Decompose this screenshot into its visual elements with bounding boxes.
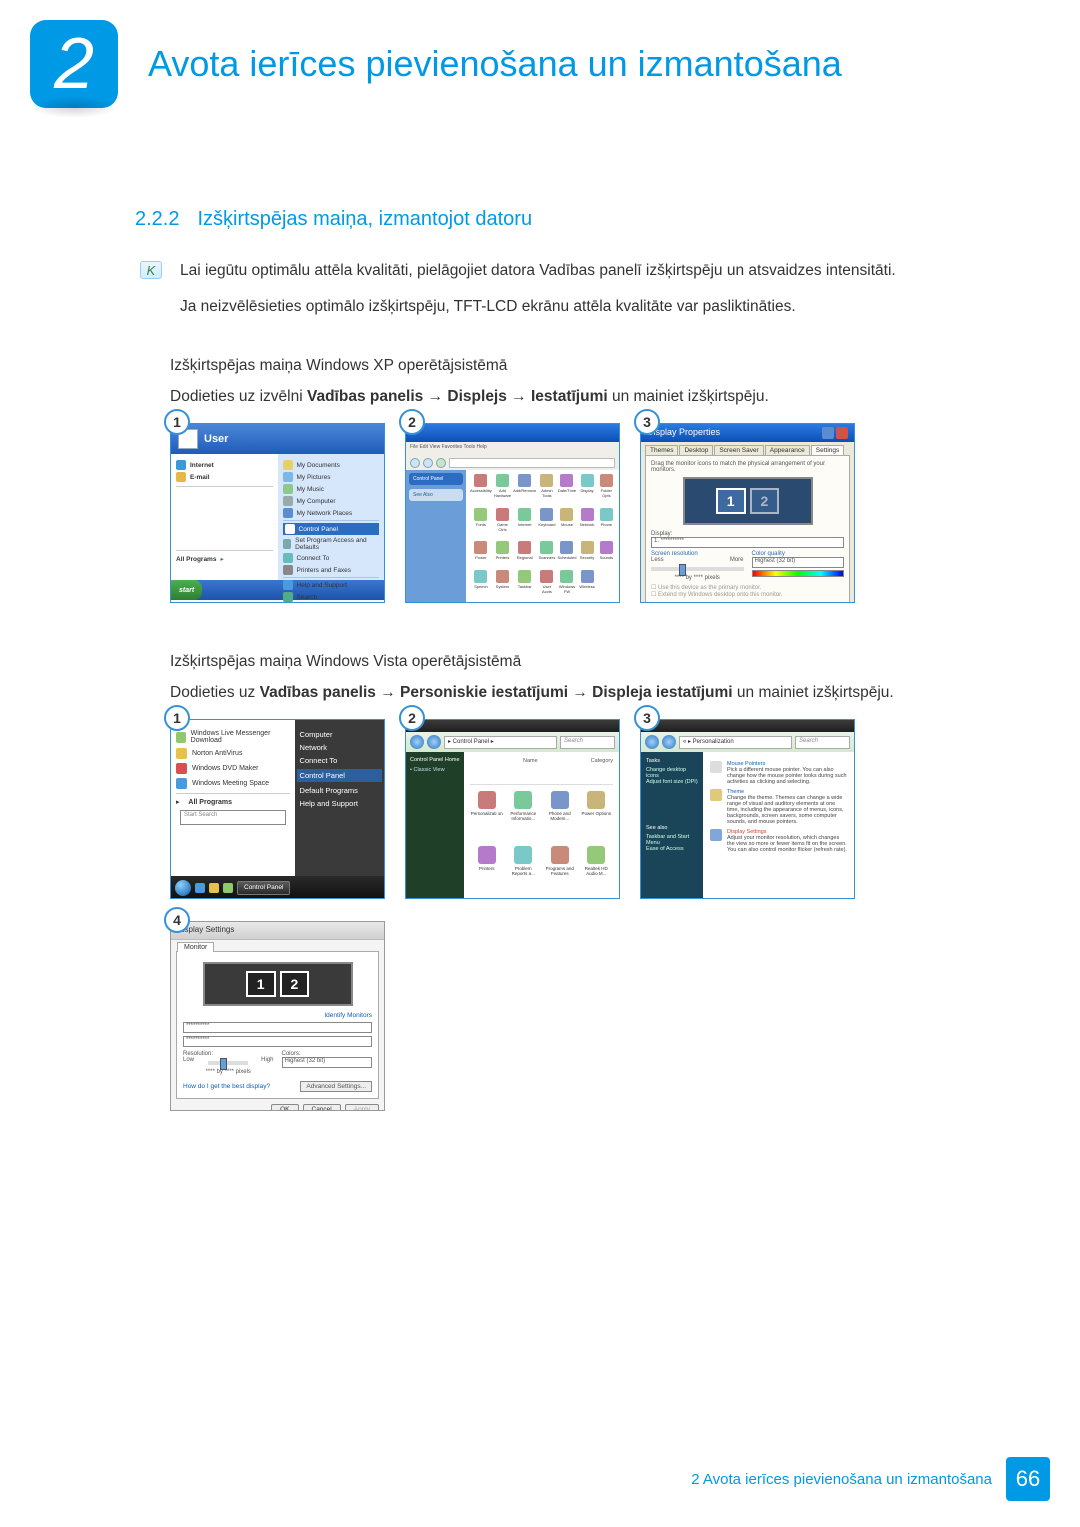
cp-icon: Windows FW xyxy=(558,570,577,601)
vcp-icon: Printers xyxy=(470,846,504,894)
vcp-icon: Power Options xyxy=(580,791,614,839)
page-footer: 2 Avota ierīces pievienošana un izmantoš… xyxy=(691,1457,1050,1501)
cp-icon: User Accts xyxy=(538,570,555,601)
chapter-title: Avota ierīces pievienošana un izmantošan… xyxy=(148,43,842,85)
footer-text: 2 Avota ierīces pievienošana un izmantoš… xyxy=(691,1471,992,1488)
cp-icon: Taskbar xyxy=(513,570,536,601)
vcp-icon: Programs and Features xyxy=(543,846,577,894)
chapter-header: 2 Avota ierīces pievienošana un izmantoš… xyxy=(30,20,1050,108)
cp-icon: Scanners xyxy=(538,541,555,567)
cp-icon: Display xyxy=(578,474,595,505)
cp-icon: Power xyxy=(470,541,492,567)
vista-display-settings-screenshot: Display Settings Monitor 12 Identify Mon… xyxy=(170,921,385,1111)
vcp-icon: Phone and Modem... xyxy=(543,791,577,839)
info-line-2: Ja neizvēlēsieties optimālo izšķirtspēju… xyxy=(180,295,896,319)
cp-icon: Mouse xyxy=(558,508,577,539)
info-note: K Lai iegūtu optimālu attēla kvalitāti, … xyxy=(140,259,1020,331)
cp-icon: Admin Tools xyxy=(538,474,555,505)
xp-start-menu-screenshot: User Internet E-mail All Programs ▸ My D… xyxy=(170,423,385,603)
cp-icon: Wireless xyxy=(578,570,595,601)
step-badge-2: 2 xyxy=(399,409,425,435)
vcp-icon: Performance Informatio... xyxy=(507,791,541,839)
step-badge-2: 2 xyxy=(399,705,425,731)
vista-fig-1: 1 Windows Live Messenger Download Norton… xyxy=(170,719,385,899)
vista-orb-icon xyxy=(175,880,191,896)
step-badge-1: 1 xyxy=(164,705,190,731)
vcp-icon: Personalizati on xyxy=(470,791,504,839)
info-icon: K xyxy=(140,261,162,279)
xp-start-button: start xyxy=(171,580,202,600)
cp-icon: Phone xyxy=(598,508,615,539)
vista-fig-3: 3 « ▸ PersonalizationSearch Tasks Change… xyxy=(640,719,855,899)
step-badge-4: 4 xyxy=(164,907,190,933)
vista-figure-row-2: 4 Display Settings Monitor 12 Identify M… xyxy=(170,921,1050,1111)
vcp-icon: Realtek HD Audio M... xyxy=(580,846,614,894)
xp-display-properties-screenshot: Display Properties Themes Desktop Screen… xyxy=(640,423,855,603)
vista-instruction: Dodieties uz Vadības panelis → Personisk… xyxy=(170,681,1020,705)
vcp-icon: Problem Reports a... xyxy=(507,846,541,894)
cp-icon: Internet xyxy=(513,508,536,539)
vista-personalization-screenshot: « ▸ PersonalizationSearch Tasks Change d… xyxy=(640,719,855,899)
xp-heading: Izšķirtspējas maiņa Windows XP operētājs… xyxy=(170,357,1050,375)
step-badge-1: 1 xyxy=(164,409,190,435)
xp-fig-3: 3 Display Properties Themes Desktop Scre… xyxy=(640,423,855,603)
cp-icon: Speech xyxy=(470,570,492,601)
cp-icon: Accessibility xyxy=(470,474,492,505)
cp-icon: Network xyxy=(578,508,595,539)
cp-icon: Sounds xyxy=(598,541,615,567)
vista-figure-row-1: 1 Windows Live Messenger Download Norton… xyxy=(170,719,1050,899)
cp-icon: Printers xyxy=(494,541,511,567)
cp-icon: Scheduled xyxy=(558,541,577,567)
info-line-1: Lai iegūtu optimālu attēla kvalitāti, pi… xyxy=(180,259,896,283)
cp-icon: Fonts xyxy=(470,508,492,539)
vista-control-panel-screenshot: ▸ Control Panel ▸Search Control Panel Ho… xyxy=(405,719,620,899)
cp-icon: Add Hardware xyxy=(494,474,511,505)
control-panel-item-highlighted: Control Panel xyxy=(283,523,380,535)
cp-icon: Security xyxy=(578,541,595,567)
section-title: Izšķirtspējas maiņa, izmantojot datoru xyxy=(197,208,532,231)
vista-control-panel-highlighted: Control Panel xyxy=(297,769,382,782)
chapter-number-badge: 2 xyxy=(30,20,118,108)
cp-icon: Date/Time xyxy=(558,474,577,505)
xp-fig-1: 1 User Internet E-mail All Programs ▸ My… xyxy=(170,423,385,603)
cp-icon: Add/Remove xyxy=(513,474,536,505)
vista-fig-4: 4 Display Settings Monitor 12 Identify M… xyxy=(170,921,385,1111)
vista-fig-2: 2 ▸ Control Panel ▸Search Control Panel … xyxy=(405,719,620,899)
cp-icon: Game Ctrls xyxy=(494,508,511,539)
cp-icon: Keyboard xyxy=(538,508,555,539)
xp-control-panel-screenshot: File Edit View Favorites Tools Help Cont… xyxy=(405,423,620,603)
section-heading: 2.2.2 Izšķirtspējas maiņa, izmantojot da… xyxy=(135,208,1050,231)
xp-instruction: Dodieties uz izvēlni Vadības panelis → D… xyxy=(170,385,1020,409)
step-badge-3: 3 xyxy=(634,409,660,435)
xp-fig-2: 2 File Edit View Favorites Tools Help Co… xyxy=(405,423,620,603)
section-number: 2.2.2 xyxy=(135,208,179,231)
xp-figure-row: 1 User Internet E-mail All Programs ▸ My… xyxy=(170,423,1050,603)
cp-icon: Regional xyxy=(513,541,536,567)
cp-icon: Folder Opts xyxy=(598,474,615,505)
step-badge-3: 3 xyxy=(634,705,660,731)
page-number: 66 xyxy=(1006,1457,1050,1501)
vista-start-menu-screenshot: Windows Live Messenger Download Norton A… xyxy=(170,719,385,899)
vista-heading: Izšķirtspējas maiņa Windows Vista operēt… xyxy=(170,653,1050,671)
cp-icon: System xyxy=(494,570,511,601)
